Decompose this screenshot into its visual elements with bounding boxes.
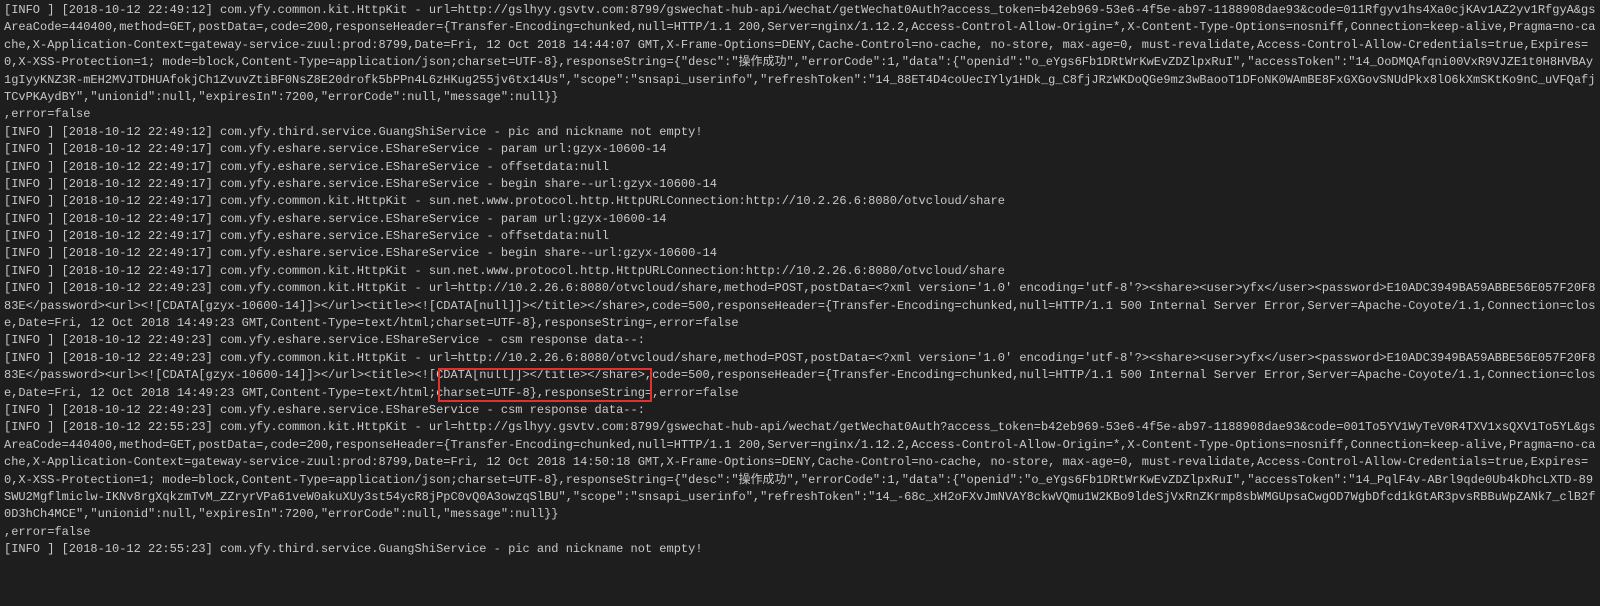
log-line: [INFO ] [2018-10-12 22:49:12] com.yfy.th… <box>4 124 1596 141</box>
log-line: [INFO ] [2018-10-12 22:49:17] com.yfy.es… <box>4 141 1596 158</box>
log-line: [INFO ] [2018-10-12 22:49:12] com.yfy.co… <box>4 2 1596 106</box>
log-line: [INFO ] [2018-10-12 22:49:17] com.yfy.es… <box>4 176 1596 193</box>
log-line: [INFO ] [2018-10-12 22:49:17] com.yfy.co… <box>4 193 1596 210</box>
log-line: [INFO ] [2018-10-12 22:49:23] com.yfy.es… <box>4 402 1596 419</box>
log-viewport: [INFO ] [2018-10-12 22:49:12] com.yfy.co… <box>0 0 1600 606</box>
log-line: ,error=false <box>4 106 1596 123</box>
log-line: [INFO ] [2018-10-12 22:49:17] com.yfy.co… <box>4 263 1596 280</box>
log-line: [INFO ] [2018-10-12 22:49:17] com.yfy.es… <box>4 211 1596 228</box>
log-line: [INFO ] [2018-10-12 22:55:23] com.yfy.co… <box>4 419 1596 523</box>
log-line: [INFO ] [2018-10-12 22:49:23] com.yfy.co… <box>4 280 1596 332</box>
log-line: [INFO ] [2018-10-12 22:49:17] com.yfy.es… <box>4 245 1596 262</box>
log-line: [INFO ] [2018-10-12 22:49:17] com.yfy.es… <box>4 159 1596 176</box>
log-output[interactable]: [INFO ] [2018-10-12 22:49:12] com.yfy.co… <box>0 0 1600 561</box>
log-line: [INFO ] [2018-10-12 22:49:17] com.yfy.es… <box>4 228 1596 245</box>
log-line: ,error=false <box>4 524 1596 541</box>
log-line: [INFO ] [2018-10-12 22:49:23] com.yfy.co… <box>4 350 1596 402</box>
log-line: [INFO ] [2018-10-12 22:55:23] com.yfy.th… <box>4 541 1596 558</box>
log-line: [INFO ] [2018-10-12 22:49:23] com.yfy.es… <box>4 332 1596 349</box>
